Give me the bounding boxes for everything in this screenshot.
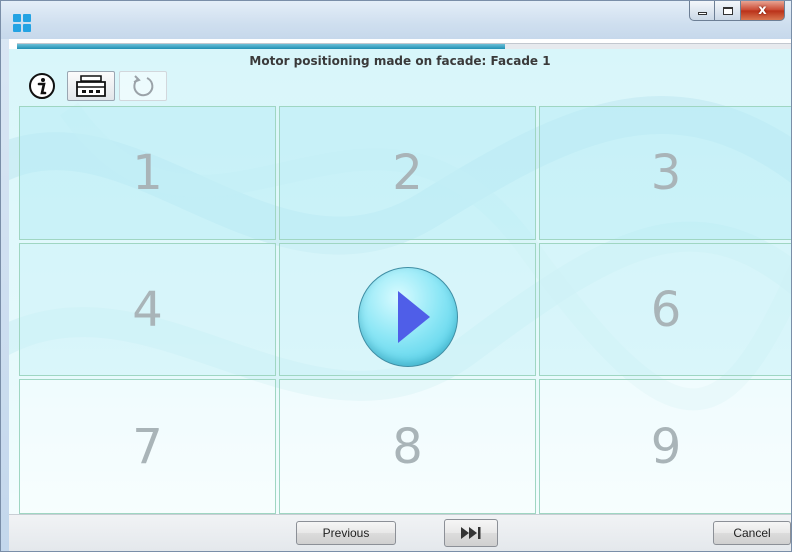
grid-cell-9[interactable]: 9 [539,379,791,514]
cell-number: 8 [392,418,423,475]
grid-cell-8[interactable]: 8 [279,379,536,514]
client-area: Motor positioning made on facade: Facade… [9,39,791,551]
play-icon [398,291,430,343]
app-logo-icon [13,14,31,32]
minimize-button[interactable] [689,1,715,21]
keypad-icon [76,75,106,97]
play-button[interactable] [358,267,458,367]
cell-number: 1 [132,145,163,201]
grid-cell-2[interactable]: 2 [279,106,536,240]
cancel-button[interactable]: Cancel [713,521,791,545]
toolbar [21,71,167,103]
cell-number: 3 [650,145,682,201]
grid-cell-6[interactable]: 6 [539,243,791,376]
cell-number: 4 [132,281,163,338]
close-icon: x [758,3,767,18]
skip-forward-icon [461,527,481,539]
bottom-bar: Previous Cancel [9,514,791,551]
info-button[interactable] [21,71,63,101]
page-title: Motor positioning made on facade: Facade… [249,54,551,68]
main-window: x Motor positioning made on facade: Faca… [0,0,792,552]
grid-cell-7[interactable]: 7 [19,379,276,514]
maximize-button[interactable] [715,1,741,21]
cell-number: 9 [650,418,682,475]
previous-button[interactable]: Previous [296,521,396,545]
rotate-icon [133,75,154,97]
info-icon [29,73,55,99]
title-bar[interactable]: x [1,1,791,39]
close-button[interactable]: x [741,1,785,21]
grid-cell-4[interactable]: 4 [19,243,276,376]
keypad-button[interactable] [67,71,115,101]
skip-forward-button[interactable] [444,519,498,547]
cell-number: 6 [650,281,682,338]
content-panel: Motor positioning made on facade: Facade… [9,49,791,514]
reset-button[interactable] [119,71,167,101]
grid-cell-3[interactable]: 3 [539,106,791,240]
minimize-icon [697,12,707,15]
cell-number: 2 [392,145,423,201]
grid-cell-1[interactable]: 1 [19,106,276,240]
maximize-icon [722,6,733,15]
cell-number: 7 [132,418,163,475]
